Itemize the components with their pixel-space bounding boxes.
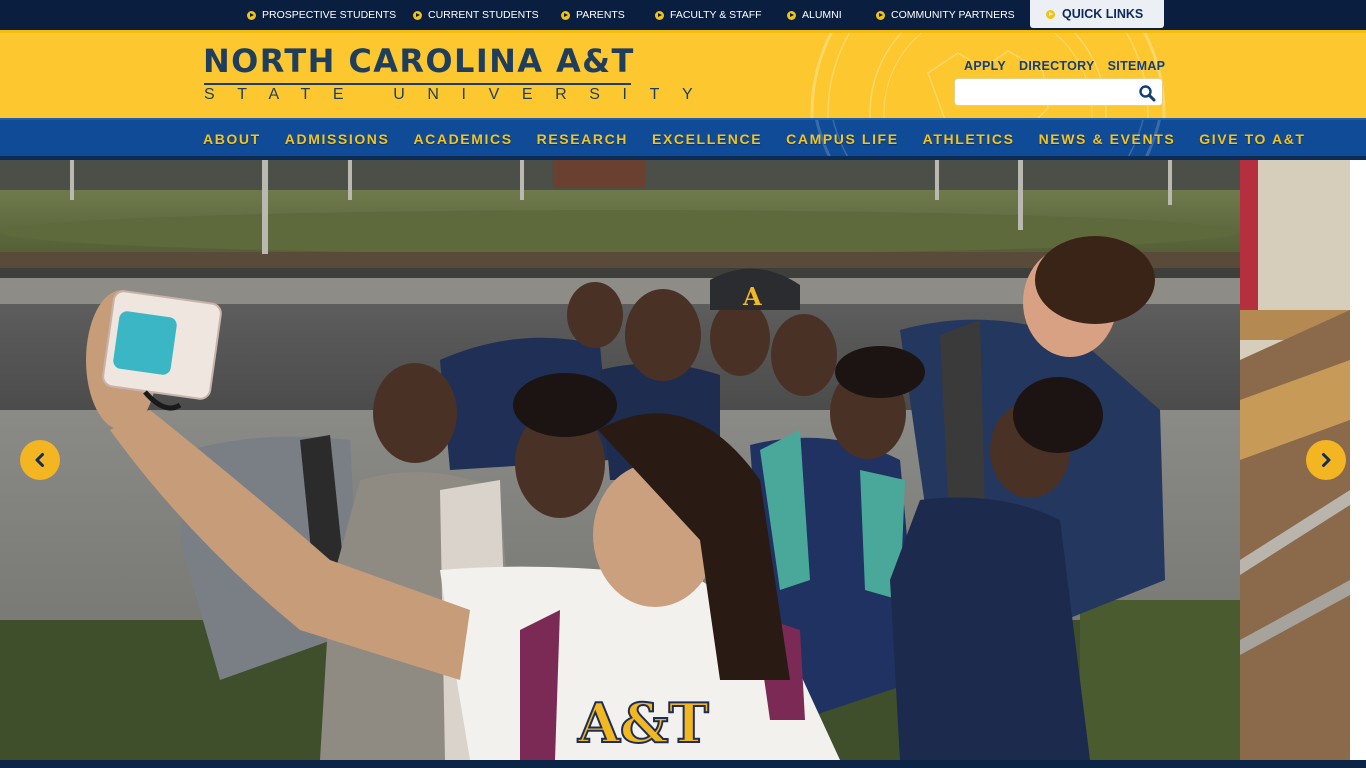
top-utility-bar: PROSPECTIVE STUDENTS CURRENT STUDENTS PA… [0,0,1366,30]
search-box [954,78,1163,106]
nav-item-excellence[interactable]: EXCELLENCE [652,131,762,147]
top-link-label: FACULTY & STAFF [670,9,762,21]
nav-item-campus-life[interactable]: CAMPUS LIFE [786,131,899,147]
svg-text:A: A [742,282,762,311]
header-utility-links: APPLY DIRECTORY SITEMAP [964,59,1165,73]
logo-divider [204,83,631,85]
sitemap-link[interactable]: SITEMAP [1108,59,1166,73]
top-link-current-students[interactable]: CURRENT STUDENTS [413,8,539,22]
arrow-bullet-icon [247,10,256,20]
top-link-label: PROSPECTIVE STUDENTS [262,9,397,21]
arrow-bullet-icon [1046,9,1055,19]
quick-links-label: QUICK LINKS [1062,7,1144,21]
arrow-bullet-icon [413,10,422,20]
nav-item-athletics[interactable]: ATHLETICS [923,131,1015,147]
logo-subtitle: STATE UNIVERSITY [204,86,716,103]
chevron-left-icon [35,453,44,467]
arrow-bullet-icon [561,10,570,20]
nav-item-research[interactable]: RESEARCH [537,131,628,147]
hero-slider: A&T A [0,160,1366,760]
svg-text:A&T: A&T [577,691,709,755]
slider-prev-button[interactable] [20,440,60,480]
quick-links-tab[interactable]: QUICK LINKS [1030,0,1164,28]
page-bottom-strip [0,760,1366,768]
apply-link[interactable]: APPLY [964,59,1006,73]
search-icon[interactable] [1138,84,1156,102]
top-link-parents[interactable]: PARENTS [561,8,625,22]
chevron-right-icon [1322,453,1331,467]
nav-item-give[interactable]: GIVE TO A&T [1199,131,1305,147]
top-link-label: CURRENT STUDENTS [428,9,539,21]
university-logo[interactable]: NORTH CAROLINA A&T STATE UNIVERSITY [203,42,693,106]
directory-link[interactable]: DIRECTORY [1019,59,1095,73]
arrow-bullet-icon [655,10,664,20]
nav-item-admissions[interactable]: ADMISSIONS [285,131,390,147]
slider-next-button[interactable] [1306,440,1346,480]
top-link-label: ALUMNI [802,9,842,21]
top-link-faculty-staff[interactable]: FACULTY & STAFF [655,8,762,22]
arrow-bullet-icon [787,10,796,20]
nav-menu: ABOUT ADMISSIONS ACADEMICS RESEARCH EXCE… [203,131,1330,147]
top-link-community-partners[interactable]: COMMUNITY PARTNERS [876,8,1015,22]
top-link-prospective-students[interactable]: PROSPECTIVE STUDENTS [247,8,396,22]
top-link-label: PARENTS [576,9,625,21]
hero-slide-image: A&T A [0,160,1240,760]
arrow-bullet-icon [876,10,885,20]
main-navigation: ABOUT ADMISSIONS ACADEMICS RESEARCH EXCE… [0,118,1366,160]
logo-wordmark: NORTH CAROLINA A&T [203,42,635,80]
nav-item-academics[interactable]: ACADEMICS [413,131,512,147]
top-link-label: COMMUNITY PARTNERS [891,9,1015,21]
nav-item-about[interactable]: ABOUT [203,131,261,147]
search-input[interactable] [961,83,1133,102]
top-link-alumni[interactable]: ALUMNI [787,8,842,22]
nav-item-news-events[interactable]: NEWS & EVENTS [1039,131,1176,147]
site-header: NORTH CAROLINA A&T STATE UNIVERSITY APPL… [0,30,1366,118]
